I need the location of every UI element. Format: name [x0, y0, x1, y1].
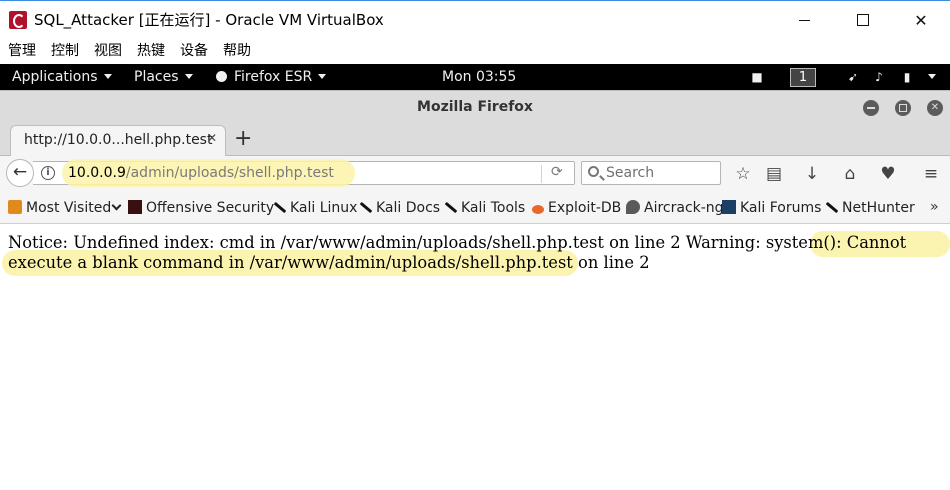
- virtualbox-logo-icon: [9, 11, 27, 29]
- navigation-toolbar: i 10.0.0.9/admin/uploads/shell.php.test …: [0, 156, 950, 192]
- minimize-icon: [798, 19, 810, 21]
- php-error-message: Notice: Undefined index: cmd in /var/www…: [8, 233, 907, 272]
- bookmark-label: NetHunter: [842, 200, 915, 216]
- tab-active[interactable]: http://10.0.0...hell.php.test ✕: [10, 125, 226, 157]
- workspace-indicator[interactable]: 1: [790, 68, 816, 87]
- firefox-title-bar: Mozilla Firefox: [0, 90, 950, 124]
- kali-dragon-icon: [272, 200, 286, 214]
- maximize-button[interactable]: [834, 1, 892, 39]
- back-button[interactable]: ←: [6, 159, 34, 187]
- search-box[interactable]: [581, 161, 721, 185]
- bookmarks-overflow-button[interactable]: »: [930, 199, 939, 215]
- applications-menu[interactable]: Applications: [12, 64, 112, 90]
- chevron-down-icon: [928, 74, 936, 79]
- bookmark-kali-forums[interactable]: Kali Forums: [722, 200, 821, 216]
- hamburger-menu-icon[interactable]: ≡: [920, 163, 942, 185]
- chevron-down-icon: [184, 74, 193, 79]
- kali-dragon-icon: [443, 200, 457, 214]
- firefox-maximize-button[interactable]: [895, 100, 911, 116]
- tab-close-icon[interactable]: ✕: [207, 131, 217, 145]
- tab-strip: http://10.0.0...hell.php.test ✕ +: [0, 124, 950, 157]
- maximize-icon: [857, 14, 869, 26]
- reading-list-icon[interactable]: ▤: [763, 163, 785, 185]
- offsec-icon: [128, 200, 142, 214]
- firefox-icon: [216, 71, 227, 82]
- url-text[interactable]: 10.0.0.9/admin/uploads/shell.php.test: [68, 165, 334, 181]
- vbox-window-title: SQL_Attacker [正在运行] - Oracle VM VirtualB…: [34, 11, 384, 29]
- menu-devices[interactable]: 设备: [180, 38, 208, 64]
- network-icon[interactable]: ➹: [846, 70, 860, 84]
- firefox-window-title: Mozilla Firefox: [417, 99, 533, 115]
- menu-hotkeys[interactable]: 热键: [137, 38, 165, 64]
- page-content: Notice: Undefined index: cmd in /var/www…: [0, 225, 950, 490]
- bookmark-star-icon[interactable]: ☆: [732, 163, 754, 185]
- bookmark-nethunter[interactable]: NetHunter: [824, 200, 915, 216]
- places-label: Places: [134, 69, 179, 85]
- chevron-down-icon: [111, 200, 122, 211]
- exploit-db-icon: [532, 205, 544, 214]
- bookmark-offensive-security[interactable]: Offensive Security: [128, 200, 274, 216]
- download-icon[interactable]: ↓: [801, 163, 823, 185]
- bookmark-label: Offensive Security: [146, 200, 275, 216]
- bookmark-kali-docs[interactable]: Kali Docs: [358, 200, 440, 216]
- power-icon[interactable]: ▮: [900, 70, 914, 84]
- vbox-menu-bar: 管理 控制 视图 热键 设备 帮助: [0, 38, 950, 64]
- chevron-down-icon: [318, 74, 327, 79]
- url-path: /admin/uploads/shell.php.test: [125, 165, 334, 181]
- gnome-top-bar: Applications Places Firefox ESR Mon 03:5…: [0, 64, 950, 90]
- volume-icon[interactable]: ♪: [872, 70, 886, 84]
- url-bar[interactable]: i 10.0.0.9/admin/uploads/shell.php.test …: [33, 159, 575, 187]
- bookmark-label: Kali Tools: [461, 200, 526, 216]
- bookmark-kali-linux[interactable]: Kali Linux: [272, 200, 357, 216]
- tab-title: http://10.0.0...hell.php.test: [24, 132, 213, 148]
- aircrack-icon: [626, 200, 640, 214]
- applications-label: Applications: [12, 69, 98, 85]
- bookmark-most-visited[interactable]: Most Visited: [8, 200, 122, 216]
- kali-dragon-icon: [824, 200, 838, 214]
- menu-control[interactable]: 控制: [51, 38, 79, 64]
- kali-forums-icon: [722, 200, 736, 214]
- bookmark-label: Kali Docs: [376, 200, 441, 216]
- bookmark-exploit-db[interactable]: Exploit-DB: [532, 200, 621, 216]
- system-menu[interactable]: [922, 64, 936, 90]
- firefox-app-menu[interactable]: Firefox ESR: [216, 64, 327, 90]
- url-host: 10.0.0.9: [68, 165, 126, 181]
- url-divider: [541, 165, 542, 183]
- camera-icon[interactable]: ■: [750, 70, 764, 84]
- bookmark-label: Most Visited: [26, 200, 112, 216]
- search-input[interactable]: [606, 164, 716, 182]
- chevron-down-icon: [103, 74, 112, 79]
- pocket-icon[interactable]: ♥: [877, 163, 899, 185]
- menu-help[interactable]: 帮助: [223, 38, 251, 64]
- vbox-title-bar: SQL_Attacker [正在运行] - Oracle VM VirtualB…: [0, 0, 950, 38]
- bookmark-label: Exploit-DB: [548, 200, 622, 216]
- minimize-button[interactable]: [775, 1, 833, 39]
- bookmark-aircrack-ng[interactable]: Aircrack-ng: [626, 200, 724, 216]
- firefox-close-button[interactable]: [927, 100, 943, 116]
- places-menu[interactable]: Places: [134, 64, 193, 90]
- bookmarks-toolbar: Most Visited Offensive Security Kali Lin…: [0, 192, 950, 224]
- close-button[interactable]: ✕: [892, 1, 950, 39]
- bookmark-label: Aircrack-ng: [644, 200, 724, 216]
- menu-view[interactable]: 视图: [94, 38, 122, 64]
- firefox-minimize-button[interactable]: [863, 100, 879, 116]
- close-icon: ✕: [914, 10, 928, 30]
- kali-dragon-icon: [358, 200, 372, 214]
- clock[interactable]: Mon 03:55: [442, 64, 516, 90]
- menu-manage[interactable]: 管理: [8, 38, 36, 64]
- new-tab-button[interactable]: +: [234, 126, 252, 152]
- search-icon: [588, 166, 599, 177]
- back-arrow-icon: ←: [12, 162, 28, 182]
- reload-icon[interactable]: ⟳: [551, 164, 563, 180]
- bookmark-label: Kali Linux: [290, 200, 358, 216]
- firefox-app-label: Firefox ESR: [234, 69, 313, 85]
- home-icon[interactable]: ⌂: [839, 163, 861, 185]
- bookmark-label: Kali Forums: [740, 200, 822, 216]
- folder-icon: [8, 200, 22, 214]
- site-info-icon[interactable]: i: [41, 166, 55, 180]
- bookmark-kali-tools[interactable]: Kali Tools: [443, 200, 525, 216]
